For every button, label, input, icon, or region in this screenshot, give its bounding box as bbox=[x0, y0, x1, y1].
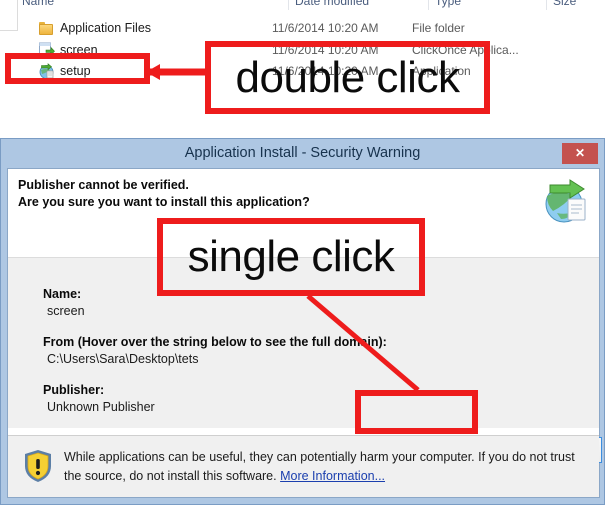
clickonce-globe-icon bbox=[543, 179, 589, 225]
table-row[interactable]: Application Files 11/6/2014 10:20 AM Fil… bbox=[0, 18, 607, 39]
column-header-size[interactable]: Size bbox=[546, 0, 576, 10]
application-install-dialog: Application Install - Security Warning ✕… bbox=[0, 138, 605, 505]
warning-heading-line1: Publisher cannot be verified. bbox=[18, 178, 189, 192]
field-from-value: C:\Users\Sara\Desktop\tets bbox=[47, 352, 199, 366]
file-name: Application Files bbox=[60, 21, 152, 35]
field-publisher: Publisher: Unknown Publisher bbox=[43, 382, 155, 416]
annotation-box-setup-row bbox=[5, 53, 150, 84]
field-publisher-value: Unknown Publisher bbox=[47, 400, 155, 414]
field-name: Name: screen bbox=[43, 286, 85, 320]
warning-shield-icon bbox=[23, 449, 53, 483]
dialog-footer: While applications can be useful, they c… bbox=[8, 435, 599, 497]
warning-heading-line2: Are you sure you want to install this ap… bbox=[18, 195, 310, 209]
field-publisher-label: Publisher: bbox=[43, 383, 105, 397]
close-icon[interactable]: ✕ bbox=[562, 143, 598, 164]
more-information-link[interactable]: More Information... bbox=[280, 469, 385, 483]
field-from: From (Hover over the string below to see… bbox=[43, 334, 387, 368]
field-name-value: screen bbox=[47, 304, 85, 318]
column-header-date-modified[interactable]: Date modified bbox=[288, 0, 369, 10]
dialog-titlebar[interactable]: Application Install - Security Warning ✕ bbox=[1, 139, 604, 168]
annotation-box-install-button bbox=[355, 390, 478, 434]
annotation-label-single-click: single click bbox=[157, 218, 425, 296]
field-from-label: From (Hover over the string below to see… bbox=[43, 335, 387, 349]
footer-warning-text: While applications can be useful, they c… bbox=[64, 448, 584, 486]
column-header-row: Name Date modified Type Size bbox=[18, 0, 607, 10]
file-date-modified: 11/6/2014 10:20 AM bbox=[272, 21, 379, 35]
annotation-label-double-click: double click bbox=[205, 41, 490, 114]
column-header-name[interactable]: Name bbox=[20, 0, 54, 10]
file-type: File folder bbox=[412, 21, 465, 35]
column-header-type[interactable]: Type bbox=[428, 0, 461, 10]
folder-icon bbox=[38, 20, 55, 37]
warning-heading: Publisher cannot be verified. Are you su… bbox=[18, 177, 518, 211]
field-name-label: Name: bbox=[43, 287, 82, 301]
dialog-title: Application Install - Security Warning bbox=[184, 145, 421, 161]
